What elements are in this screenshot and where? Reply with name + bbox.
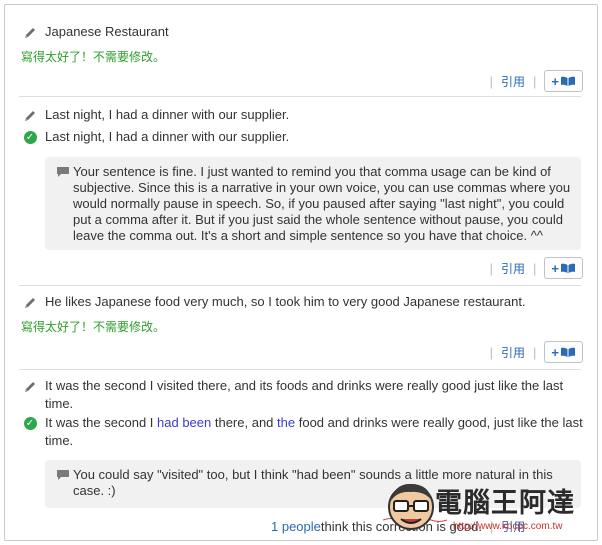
watermark: 電腦王阿達 http://www.kocpc.com.tw bbox=[385, 479, 585, 539]
inserted-text: the bbox=[277, 415, 296, 430]
corrected-sentence: It was the second I had been there, and … bbox=[45, 414, 583, 450]
original-sentence: He likes Japanese food very much, so I t… bbox=[45, 294, 526, 309]
add-to-notebook-button[interactable]: + bbox=[544, 341, 583, 363]
comment-text: Your sentence is fine. I just wanted to … bbox=[73, 164, 571, 243]
quote-link[interactable]: 引用 bbox=[501, 73, 525, 90]
book-icon bbox=[561, 263, 575, 273]
pencil-icon bbox=[21, 23, 39, 41]
watermark-url: http://www.kocpc.com.tw bbox=[453, 521, 563, 532]
separator: | bbox=[533, 260, 537, 276]
perfect-label: 寫得太好了！不需要修改。 bbox=[21, 320, 166, 334]
entry-3-original: He likes Japanese food very much, so I t… bbox=[21, 293, 583, 311]
mascot-logo bbox=[388, 483, 434, 530]
add-to-notebook-button[interactable]: + bbox=[544, 257, 583, 279]
inserted-text: had been bbox=[157, 415, 212, 430]
check-circle-icon: ✓ bbox=[23, 416, 37, 430]
entry-3-actions: | 引用 | + bbox=[490, 341, 583, 363]
separator: | bbox=[533, 73, 537, 89]
corrected-segment: It was the second I bbox=[45, 415, 158, 430]
divider bbox=[19, 285, 581, 286]
correction-panel: Japanese Restaurant 寫得太好了！不需要修改。 | 引用 | … bbox=[4, 4, 598, 541]
pencil-icon bbox=[21, 106, 39, 124]
perfect-label: 寫得太好了！不需要修改。 bbox=[21, 50, 166, 64]
quote-link[interactable]: 引用 bbox=[501, 344, 525, 361]
separator: | bbox=[489, 344, 493, 360]
plus-label: + bbox=[551, 260, 559, 276]
people-count-link[interactable]: 1 people bbox=[271, 518, 321, 536]
check-icon-wrap: ✓ bbox=[21, 414, 39, 432]
plus-label: + bbox=[551, 344, 559, 360]
divider bbox=[19, 96, 581, 97]
speech-bubble-icon bbox=[57, 470, 69, 480]
pencil-icon bbox=[21, 377, 39, 395]
divider bbox=[19, 369, 581, 370]
original-sentence: It was the second I visited there, and i… bbox=[45, 378, 564, 411]
original-sentence: Japanese Restaurant bbox=[45, 24, 169, 39]
check-icon-wrap: ✓ bbox=[21, 128, 39, 146]
entry-2-corrected: ✓ Last night, I had a dinner with our su… bbox=[21, 128, 583, 146]
add-to-notebook-button[interactable]: + bbox=[544, 70, 583, 92]
corrected-segment: there, and bbox=[211, 415, 278, 430]
quote-link[interactable]: 引用 bbox=[501, 260, 525, 277]
speech-bubble-icon bbox=[57, 167, 69, 177]
entry-4-corrected: ✓ It was the second I had been there, an… bbox=[21, 414, 583, 450]
check-circle-icon: ✓ bbox=[23, 130, 37, 144]
separator: | bbox=[489, 73, 493, 89]
pencil-icon bbox=[21, 293, 39, 311]
book-icon bbox=[561, 347, 575, 357]
entry-2-actions: | 引用 | + bbox=[490, 257, 583, 279]
comment-box: Your sentence is fine. I just wanted to … bbox=[45, 157, 581, 250]
entry-1-original: Japanese Restaurant bbox=[21, 23, 583, 41]
entry-2-original: Last night, I had a dinner with our supp… bbox=[21, 106, 583, 124]
separator: | bbox=[533, 344, 537, 360]
plus-label: + bbox=[551, 73, 559, 89]
entry-4-original: It was the second I visited there, and i… bbox=[21, 377, 583, 413]
separator: | bbox=[489, 260, 493, 276]
book-icon bbox=[561, 76, 575, 86]
entry-1-actions: | 引用 | + bbox=[490, 70, 583, 92]
original-sentence: Last night, I had a dinner with our supp… bbox=[45, 107, 290, 122]
watermark-text: 電腦王阿達 bbox=[435, 488, 575, 519]
corrected-sentence: Last night, I had a dinner with our supp… bbox=[45, 129, 290, 144]
